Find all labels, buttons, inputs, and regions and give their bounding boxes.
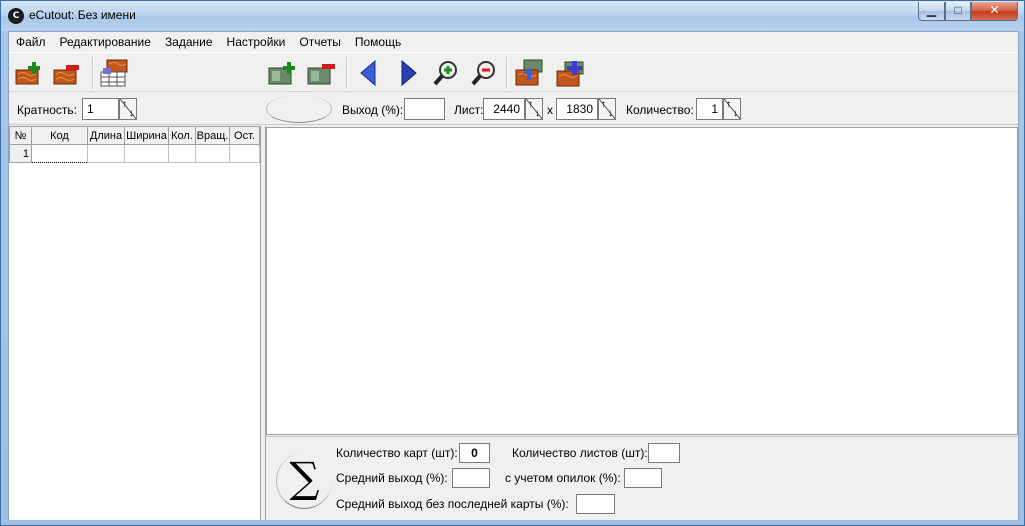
app-logo-icon: C xyxy=(8,8,24,24)
maximize-button[interactable]: □ xyxy=(945,2,971,21)
cards-count-value: 0 xyxy=(459,443,490,463)
spin-down-icon: ↓ xyxy=(129,108,134,119)
sheets-count-label: Количество листов (шт): xyxy=(512,446,648,460)
average-yield-label: Средний выход (%): xyxy=(336,471,448,485)
maximize-icon: □ xyxy=(954,3,962,17)
remove-sheet-button[interactable] xyxy=(306,57,338,89)
menu-help[interactable]: Помощь xyxy=(348,33,408,51)
quantity-input[interactable]: 1 xyxy=(696,98,723,120)
column-header-length[interactable]: Длина xyxy=(87,126,125,145)
remainder-cell[interactable] xyxy=(229,144,260,163)
sawdust-yield-value xyxy=(624,468,662,488)
minimize-button[interactable]: ▁ xyxy=(918,2,945,21)
sheet-height-spinner[interactable]: ↑ ↓ xyxy=(598,98,616,120)
menu-task[interactable]: Задание xyxy=(158,33,220,51)
title-bar[interactable]: C eCutout: Без имени ▁ □ ✕ xyxy=(1,1,1024,31)
quantity-label: Количество: xyxy=(626,103,694,117)
yield-field[interactable] xyxy=(404,98,445,120)
minimize-icon: ▁ xyxy=(926,3,937,17)
client-area: Файл Редактирование Задание Настройки От… xyxy=(8,31,1019,520)
menu-settings[interactable]: Настройки xyxy=(220,33,293,51)
app-window: C eCutout: Без имени ▁ □ ✕ Файл Редактир… xyxy=(0,0,1025,526)
zoom-out-button[interactable] xyxy=(468,57,500,89)
toolbar-separator xyxy=(506,57,508,89)
spin-down-icon: ↓ xyxy=(535,108,540,119)
add-layout-icon xyxy=(556,61,584,87)
zoom-in-button[interactable] xyxy=(430,57,462,89)
parts-panel: № Код Длина Ширина Кол. Вращ. Ост. 1 xyxy=(9,126,261,520)
remove-sheet-icon xyxy=(307,64,335,85)
toolbar-separator xyxy=(346,57,348,89)
layout-icon xyxy=(515,59,543,86)
code-cell[interactable] xyxy=(31,144,88,163)
statistics-panel: ∑ Количество карт (шт): 0 Количество лис… xyxy=(266,436,1018,520)
parts-table: № Код Длина Ширина Кол. Вращ. Ост. 1 xyxy=(9,126,260,163)
remove-part-button[interactable] xyxy=(51,57,83,89)
average-yield-no-last-label: Средний выход без последней карты (%): xyxy=(336,497,569,511)
menu-reports[interactable]: Отчеты xyxy=(292,33,347,51)
window-title: eCutout: Без имени xyxy=(29,8,136,22)
average-yield-no-last-value xyxy=(576,494,615,514)
sheet-width-input[interactable]: 2440 xyxy=(483,98,525,120)
sheet-width-spinner[interactable]: ↑ ↓ xyxy=(525,98,543,120)
width-cell[interactable] xyxy=(124,144,169,163)
quantity-spinner[interactable]: ↑ ↓ xyxy=(723,98,741,120)
layout-button[interactable] xyxy=(513,57,545,89)
sheet-dimension-separator: x xyxy=(547,103,553,117)
add-sheet-icon xyxy=(268,62,295,85)
average-yield-value xyxy=(452,468,490,488)
add-layout-button[interactable] xyxy=(554,57,586,89)
spin-down-icon: ↓ xyxy=(733,108,738,119)
table-header-row: № Код Длина Ширина Кол. Вращ. Ост. xyxy=(9,126,260,145)
toolbar-separator xyxy=(92,57,94,89)
table-row[interactable]: 1 xyxy=(9,144,260,163)
sheet-label: Лист: xyxy=(454,103,484,117)
column-header-number[interactable]: № xyxy=(9,126,32,145)
add-part-button[interactable] xyxy=(13,57,45,89)
close-button[interactable]: ✕ xyxy=(971,2,1018,21)
prev-arrow-icon xyxy=(360,59,376,87)
spin-up-icon: ↑ xyxy=(601,99,606,110)
length-cell[interactable] xyxy=(87,144,125,163)
add-part-icon xyxy=(15,62,40,85)
close-icon: ✕ xyxy=(989,3,1000,17)
sawdust-yield-label: с учетом опилок (%): xyxy=(505,471,621,485)
next-arrow-icon xyxy=(401,59,417,87)
column-header-remainder[interactable]: Ост. xyxy=(229,126,260,145)
previous-button[interactable] xyxy=(353,57,385,89)
count-cell[interactable] xyxy=(168,144,196,163)
toolbar xyxy=(9,52,1018,92)
import-parts-button[interactable] xyxy=(98,57,130,89)
column-header-count[interactable]: Кол. xyxy=(168,126,196,145)
row-number: 1 xyxy=(9,144,32,163)
zoom-in-icon xyxy=(433,61,457,86)
multiplicity-input[interactable]: 1 xyxy=(82,98,119,120)
menu-bar: Файл Редактирование Задание Настройки От… xyxy=(9,32,1018,52)
column-header-rotation[interactable]: Вращ. xyxy=(195,126,230,145)
spin-up-icon: ↑ xyxy=(726,99,731,110)
zoom-out-icon xyxy=(471,61,495,86)
layout-canvas[interactable] xyxy=(266,127,1018,435)
options-row: Кратность: 1 ↑ ↓ Выход (%): Лист: 2440 ↑ ↓… xyxy=(9,93,1018,125)
import-parts-icon xyxy=(100,59,128,87)
sheet-height-input[interactable]: 1830 xyxy=(556,98,598,120)
menu-file[interactable]: Файл xyxy=(9,33,53,51)
sum-icon: ∑ xyxy=(276,453,332,509)
yield-indicator xyxy=(266,95,332,123)
sheets-count-value xyxy=(648,443,680,463)
cards-count-label: Количество карт (шт): xyxy=(336,446,458,460)
menu-edit[interactable]: Редактирование xyxy=(53,33,158,51)
multiplicity-spinner[interactable]: ↑ ↓ xyxy=(119,98,137,120)
yield-label: Выход (%): xyxy=(342,103,404,117)
rotation-cell[interactable] xyxy=(195,144,230,163)
multiplicity-label: Кратность: xyxy=(17,103,77,117)
remove-part-icon xyxy=(53,65,79,85)
next-button[interactable] xyxy=(392,57,424,89)
column-header-code[interactable]: Код xyxy=(31,126,88,145)
spin-up-icon: ↑ xyxy=(528,99,533,110)
spin-up-icon: ↑ xyxy=(122,99,127,110)
add-sheet-button[interactable] xyxy=(267,57,299,89)
spin-down-icon: ↓ xyxy=(608,108,613,119)
column-header-width[interactable]: Ширина xyxy=(124,126,169,145)
